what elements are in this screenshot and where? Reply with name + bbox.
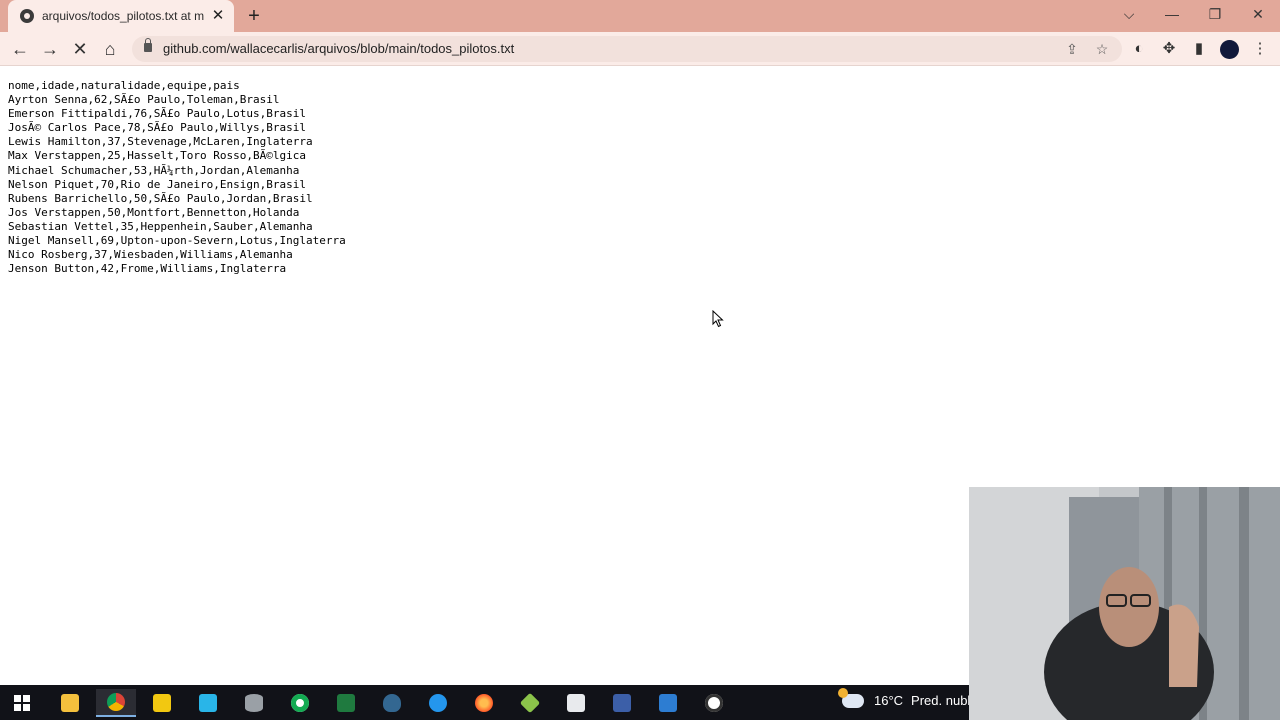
profile-avatar[interactable] [1220,40,1239,59]
lock-icon[interactable] [144,38,152,52]
chrome-icon[interactable] [96,689,136,717]
forward-arrow-icon[interactable]: → [38,37,62,61]
back-arrow-icon[interactable]: ← [8,37,32,61]
file-line: Lewis Hamilton,37,Stevenage,McLaren,Ingl… [8,135,313,149]
close-window-icon[interactable]: ✕ [1246,4,1270,24]
mongodb-icon[interactable] [280,689,320,717]
address-bar[interactable]: github.com/wallacecarlis/arquivos/blob/m… [132,36,1122,62]
weather-cloud-icon [838,687,864,708]
file-line: Ayrton Senna,62,SÃ£o Paulo,Toleman,Brasi… [8,93,280,107]
docker-icon[interactable] [418,689,458,717]
github-icon [20,9,34,23]
file-line: nome,idade,naturalidade,equipe,pais [8,79,240,92]
puzzle-icon[interactable]: ✥ [1157,37,1181,61]
database-icon[interactable] [234,689,274,717]
minimize-icon[interactable]: — [1160,4,1184,24]
weather-desc: Pred. nubl. [911,693,974,708]
file-line: Nelson Piquet,70,Rio de Janeiro,Ensign,B… [8,177,307,191]
power-bi-icon[interactable] [142,689,182,717]
close-tab-button[interactable]: ✕ [210,8,226,24]
weather-widget[interactable]: 16°C Pred. nubl. [838,687,974,708]
file-line: Emerson Fittipaldi,76,SÃ£o Paulo,Lotus,B… [8,107,307,121]
url-text[interactable]: github.com/wallacecarlis/arquivos/blob/m… [163,41,514,56]
browser-toolbar: ← → ✕ ⌂ github.com/wallacecarlis/arquivo… [0,32,1280,66]
file-line: Michael Schumacher,53,HÃ¼rth,Jordan,Alem… [8,163,300,177]
share-icon[interactable]: ⇪ [1062,39,1082,59]
restore-icon[interactable]: ❐ [1203,4,1227,24]
menu-kebab-icon[interactable]: ⋮ [1248,37,1272,61]
home-icon[interactable]: ⌂ [98,37,122,61]
tab-search-chevron-icon[interactable]: ⌵ [1117,4,1141,24]
file-text: nome,idade,naturalidade,equipe,pais Ayrto… [8,79,346,276]
vs-code-icon[interactable] [602,689,642,717]
webcam-presenter-image [969,487,1280,720]
tab-title: arquivos/todos_pilotos.txt at main [42,9,204,23]
excel-icon[interactable] [326,689,366,717]
file-line: Max Verstappen,25,Hasselt,Toro Rosso,BÃ©… [8,149,307,163]
new-tab-button[interactable]: + [244,6,264,26]
postgresql-icon[interactable] [372,689,412,717]
stop-loading-icon[interactable]: ✕ [68,37,92,61]
file-line: Sebastian Vettel,35,Heppenhein,Sauber,Al… [8,219,313,233]
bookmark-star-icon[interactable]: ☆ [1092,39,1112,59]
media-player-icon[interactable] [556,689,596,717]
webcam-overlay [969,487,1280,720]
mouse-cursor-icon [712,310,724,328]
file-line: JosÃ© Carlos Pace,78,SÃ£o Paulo,Willys,B… [8,121,307,135]
tab-strip: arquivos/todos_pilotos.txt at main ✕ + ⌵… [0,0,1280,32]
photos-icon[interactable] [648,689,688,717]
file-line: Nigel Mansell,69,Upton-upon-Severn,Lotus… [8,234,346,248]
side-panel-icon[interactable]: ▮ [1187,37,1211,61]
file-explorer-icon[interactable] [50,689,90,717]
firefox-icon[interactable] [464,689,504,717]
file-line: Jenson Button,42,Frome,Williams,Inglater… [8,262,287,276]
file-line: Rubens Barrichello,50,SÃ£o Paulo,Jordan,… [8,191,313,205]
weather-temp: 16°C [874,693,904,708]
clock-icon[interactable] [694,689,734,717]
windows-start-icon[interactable] [2,689,42,717]
file-line: Jos Verstappen,50,Montfort,Bennetton,Hol… [8,205,300,219]
tab-active[interactable]: arquivos/todos_pilotos.txt at main ✕ [8,0,234,32]
snowflake-icon[interactable] [188,689,228,717]
file-line: Nico Rosberg,37,Wiesbaden,Williams,Alema… [8,248,293,262]
virtualbox-icon[interactable] [510,689,550,717]
extension-icon[interactable]: ◐ [1127,37,1151,61]
